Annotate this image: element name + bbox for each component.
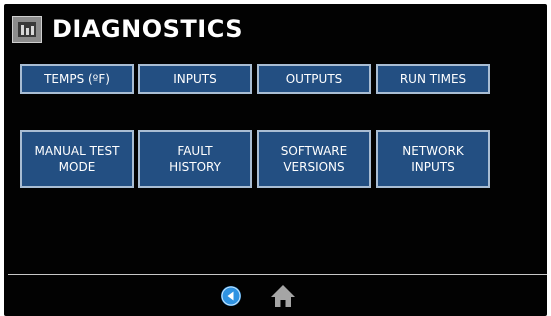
- run-times-button[interactable]: RUN TIMES: [376, 64, 490, 94]
- diagnostics-screen: DIAGNOSTICS TEMPS (ºF) INPUTS OUTPUTS RU…: [4, 4, 547, 316]
- home-icon[interactable]: [270, 284, 296, 308]
- temps-button[interactable]: TEMPS (ºF): [20, 64, 134, 94]
- outputs-button[interactable]: OUTPUTS: [257, 64, 371, 94]
- network-inputs-button-label: NETWORK INPUTS: [402, 144, 464, 174]
- fault-history-button[interactable]: FAULT HISTORY: [138, 130, 252, 188]
- network-inputs-button[interactable]: NETWORK INPUTS: [376, 130, 490, 188]
- software-versions-button-label: SOFTWARE VERSIONS: [280, 144, 348, 174]
- run-times-button-label: RUN TIMES: [399, 72, 467, 86]
- manual-test-mode-button-label: MANUAL TEST MODE: [34, 144, 120, 174]
- temps-button-label: TEMPS (ºF): [44, 72, 110, 86]
- diagnostics-chart-icon: [12, 16, 42, 43]
- page-title: DIAGNOSTICS: [52, 15, 244, 43]
- inputs-button[interactable]: INPUTS: [138, 64, 252, 94]
- inputs-button-label: INPUTS: [173, 72, 217, 86]
- outputs-button-label: OUTPUTS: [285, 72, 343, 86]
- back-arrow-icon[interactable]: [221, 286, 241, 306]
- fault-history-button-label: FAULT HISTORY: [169, 144, 221, 174]
- software-versions-button[interactable]: SOFTWARE VERSIONS: [257, 130, 371, 188]
- manual-test-mode-button[interactable]: MANUAL TEST MODE: [20, 130, 134, 188]
- footer-divider: [8, 274, 547, 275]
